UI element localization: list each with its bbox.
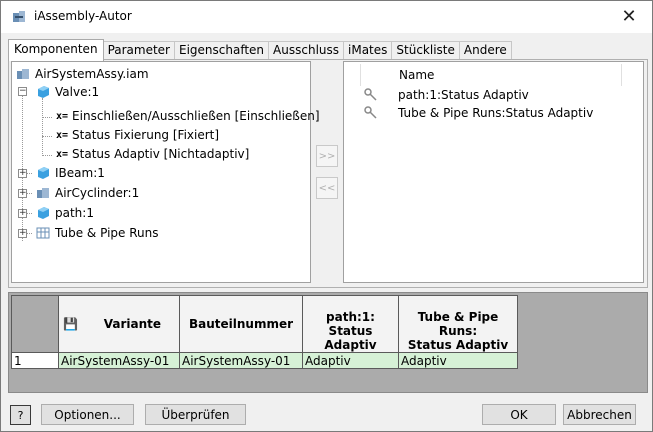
options-button[interactable]: Optionen... [41, 404, 134, 425]
assembly-icon [17, 69, 29, 79]
tube-pipe-runs-icon [36, 227, 50, 239]
expand-icon[interactable]: + [18, 229, 27, 238]
list-header-name[interactable]: Name [399, 68, 434, 82]
tree-label-path: path:1 [55, 206, 94, 220]
table-header-row: 💾 Variante Bauteilnummer path:1: Status … [11, 295, 518, 353]
column-header-label: Bauteilnummer [188, 317, 294, 331]
tab-imates[interactable]: iMates [343, 41, 393, 60]
tree-label-root: AirSystemAssy.iam [35, 67, 149, 81]
expand-icon[interactable]: + [18, 189, 27, 198]
column-header-path-adaptive[interactable]: path:1: Status Adaptiv [302, 295, 399, 353]
tree-item-adaptive-state[interactable]: x= Status Adaptiv [Nichtadaptiv] [56, 145, 249, 163]
tree-item-aircylinder[interactable]: AirCyclinder:1 [36, 184, 139, 202]
table-row[interactable]: 1 AirSystemAssy-01 AirSystemAssy-01 Adap… [11, 352, 518, 369]
expand-icon[interactable]: + [18, 169, 27, 178]
column-header-label: path:1: Status Adaptiv [324, 310, 377, 352]
tree-label-valve: Valve:1 [55, 85, 100, 99]
column-header-variante[interactable]: 💾 Variante [58, 295, 180, 353]
tab-ausschluss[interactable]: Ausschluss [268, 41, 345, 60]
part-cube-icon [38, 167, 49, 179]
title-bar: iAssembly-Autor ✕ [1, 1, 652, 33]
tree-item-ibeam[interactable]: IBeam:1 [36, 164, 105, 182]
tree-label-fix-state: Status Fixierung [Fixiert] [72, 128, 220, 142]
column-header-label: Variante [103, 317, 161, 331]
cancel-button[interactable]: Abbrechen [563, 404, 636, 425]
list-item[interactable]: path:1:Status Adaptiv [364, 86, 529, 104]
list-header: Name [360, 64, 622, 86]
tree-item-include-state[interactable]: x= Einschließen/Ausschließen [Einschließ… [56, 107, 320, 125]
parameter-x-icon: x= [56, 110, 69, 122]
cell-tube-adaptive[interactable]: Adaptiv [398, 352, 518, 369]
row-index[interactable]: 1 [11, 352, 59, 369]
column-header-tube-adaptive[interactable]: Tube & Pipe Runs: Status Adaptiv [398, 295, 518, 353]
tree-line [42, 117, 52, 118]
key-icon [364, 106, 377, 119]
tab-andere[interactable]: Andere [458, 41, 512, 60]
help-icon: ? [17, 408, 24, 422]
selected-items-list[interactable]: Name path:1:Status Adaptiv Tube & Pipe R… [343, 61, 644, 283]
tree-item-tube-pipe[interactable]: Tube & Pipe Runs [36, 224, 158, 242]
tree-label-adaptive-state: Status Adaptiv [Nichtadaptiv] [72, 147, 250, 161]
variant-table[interactable]: 💾 Variante Bauteilnummer path:1: Status … [11, 295, 518, 369]
key-icon [364, 88, 377, 101]
tree-item-valve[interactable]: Valve:1 [36, 83, 99, 101]
tree-line [42, 98, 43, 156]
add-to-list-button[interactable]: >> [316, 145, 338, 167]
remove-from-list-button[interactable]: << [316, 177, 338, 199]
tree-line [42, 155, 52, 156]
window-title: iAssembly-Autor [34, 9, 132, 23]
cell-variante[interactable]: AirSystemAssy-01 [58, 352, 180, 369]
column-header-label: Tube & Pipe Runs: Status Adaptiv [407, 310, 509, 352]
list-item[interactable]: Tube & Pipe Runs:Status Adaptiv [364, 104, 593, 122]
column-header-bauteilnummer[interactable]: Bauteilnummer [179, 295, 303, 353]
parameter-x-icon: x= [56, 129, 69, 141]
parameter-x-icon: x= [56, 148, 69, 160]
tab-parameter[interactable]: Parameter [102, 41, 175, 60]
tree-label-ibeam: IBeam:1 [55, 166, 105, 180]
subassembly-icon [37, 188, 49, 198]
tree-label-aircylinder: AirCyclinder:1 [55, 186, 140, 200]
part-cube-icon [38, 86, 49, 98]
tree-item-fix-state[interactable]: x= Status Fixierung [Fixiert] [56, 126, 219, 144]
collapse-icon[interactable]: − [18, 87, 27, 96]
variant-table-area: 💾 Variante Bauteilnummer path:1: Status … [8, 292, 648, 393]
list-item-label: path:1:Status Adaptiv [398, 88, 529, 102]
tab-stueckliste[interactable]: Stückliste [391, 41, 460, 60]
ok-button[interactable]: OK [482, 404, 556, 425]
tab-komponenten[interactable]: Komponenten [8, 39, 104, 61]
part-cube-icon [38, 207, 49, 219]
tree-item-root[interactable]: AirSystemAssy.iam [16, 65, 149, 83]
expand-icon[interactable]: + [18, 209, 27, 218]
close-button[interactable]: ✕ [606, 1, 652, 32]
list-item-label: Tube & Pipe Runs:Status Adaptiv [398, 106, 594, 120]
tree-item-path[interactable]: path:1 [36, 204, 94, 222]
tree-label-include-state: Einschließen/Ausschließen [Einschließen] [72, 109, 320, 123]
tree-label-tube-pipe: Tube & Pipe Runs [55, 226, 159, 240]
iassembly-author-dialog: iAssembly-Autor ✕ Komponenten Parameter … [0, 0, 653, 432]
save-icon: 💾 [63, 317, 78, 331]
tab-strip: Komponenten Parameter Eigenschaften Auss… [8, 39, 512, 61]
assembly-app-icon [13, 11, 25, 22]
help-button[interactable]: ? [10, 405, 31, 425]
check-button[interactable]: Überprüfen [145, 404, 246, 425]
cell-path-adaptive[interactable]: Adaptiv [302, 352, 399, 369]
tab-eigenschaften[interactable]: Eigenschaften [174, 41, 270, 60]
cell-bauteilnummer[interactable]: AirSystemAssy-01 [179, 352, 303, 369]
tree-line [42, 136, 52, 137]
row-header-corner [11, 295, 59, 353]
component-tree[interactable]: AirSystemAssy.iam − Valve:1 x= Einschlie… [11, 61, 320, 283]
tree-line [22, 90, 23, 241]
